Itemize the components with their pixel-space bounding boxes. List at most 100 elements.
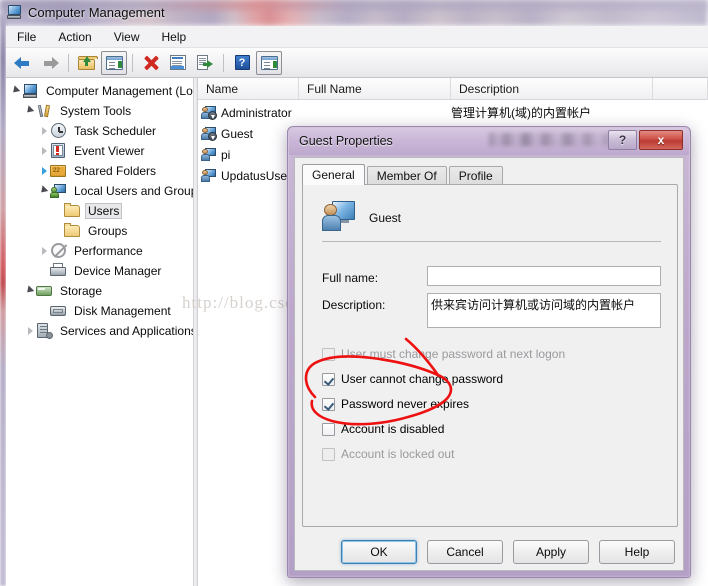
expander-open-icon[interactable] <box>38 181 50 201</box>
properties-icon[interactable] <box>165 51 191 75</box>
system-tools-icon <box>36 103 53 119</box>
cell-name: UpdatusUser <box>221 168 292 183</box>
tab-profile[interactable]: Profile <box>448 166 503 185</box>
tab-page-general: Guest Full name: Description: 供来宾访问计算机或访… <box>302 184 678 527</box>
checkbox-label: Account is disabled <box>341 422 445 436</box>
tree-item-task-scheduler[interactable]: Task Scheduler <box>6 121 193 141</box>
show-hide-console-tree-icon[interactable] <box>101 50 127 75</box>
cell-name: Guest <box>221 126 254 141</box>
tree-item-storage[interactable]: Storage <box>6 281 193 301</box>
account-name-label: Guest <box>369 211 402 225</box>
expander-open-icon[interactable] <box>24 101 36 121</box>
checkbox-user-must-change-password[interactable]: User must change password at next logon <box>322 346 565 362</box>
table-row[interactable]: Administrator 管理计算机(域)的内置帐户 <box>198 102 708 123</box>
tree-item-system-tools[interactable]: System Tools <box>6 101 193 121</box>
user-disabled-icon <box>201 105 217 120</box>
description-label: Description: <box>322 298 386 312</box>
cell-description: 管理计算机(域)的内置帐户 <box>451 106 591 120</box>
checkbox-box[interactable] <box>322 347 335 361</box>
checkbox-box[interactable] <box>322 422 335 436</box>
checkbox-box[interactable] <box>322 372 335 386</box>
checkbox-label: User must change password at next logon <box>341 347 566 361</box>
checkbox-label: Account is locked out <box>341 447 455 461</box>
local-users-groups-icon <box>50 183 67 199</box>
checkbox-account-is-locked-out[interactable]: Account is locked out <box>322 446 454 462</box>
tree-item-disk-management[interactable]: Disk Management <box>6 301 193 321</box>
tree-item-groups[interactable]: Groups <box>6 221 193 241</box>
full-name-field[interactable] <box>427 266 661 286</box>
dialog-titlebar[interactable]: Guest Properties ? x <box>289 128 689 155</box>
checkbox-account-is-disabled[interactable]: Account is disabled <box>322 421 444 437</box>
tree-item-label: Computer Management (Local <box>46 84 194 98</box>
toolbar-separator-3 <box>223 53 224 72</box>
menu-file[interactable]: File <box>6 27 47 47</box>
up-one-level-icon[interactable] <box>74 51 100 75</box>
tree-item-shared-folders[interactable]: 22 Shared Folders <box>6 161 193 181</box>
folder-icon <box>64 223 81 239</box>
tree-item-event-viewer[interactable]: Event Viewer <box>6 141 193 161</box>
storage-icon <box>36 283 53 299</box>
menu-view[interactable]: View <box>103 27 151 47</box>
expander-closed-icon[interactable] <box>38 121 50 141</box>
dialog-title: Guest Properties <box>299 134 393 148</box>
expander-closed-icon[interactable] <box>38 161 50 181</box>
menu-action[interactable]: Action <box>47 27 102 47</box>
help-icon[interactable]: ? <box>229 51 255 75</box>
computer-management-icon <box>6 4 22 20</box>
user-icon <box>201 147 217 162</box>
expander-open-icon[interactable] <box>10 81 22 101</box>
menu-help[interactable]: Help <box>151 27 198 47</box>
column-header-full-name[interactable]: Full Name <box>299 78 451 99</box>
show-action-pane-icon[interactable] <box>256 50 282 75</box>
tree-item-users[interactable]: Users <box>6 201 193 221</box>
cancel-button[interactable]: Cancel <box>427 540 503 564</box>
checkbox-user-cannot-change-password[interactable]: User cannot change password <box>322 371 503 387</box>
column-header-description[interactable]: Description <box>451 78 653 99</box>
expander-open-icon[interactable] <box>24 281 36 301</box>
back-icon[interactable] <box>10 51 36 75</box>
tree-item-label: Services and Applications <box>60 324 194 338</box>
device-manager-icon <box>50 263 67 279</box>
event-viewer-icon <box>50 143 67 159</box>
checkbox-box[interactable] <box>322 447 335 461</box>
cell-name: Administrator <box>221 105 292 120</box>
ok-button[interactable]: OK <box>341 540 417 564</box>
list-column-headers: Name Full Name Description <box>198 78 708 100</box>
dialog-button-row: OK Cancel Apply Help <box>295 534 685 570</box>
tree-item-label: Groups <box>88 224 128 238</box>
user-account-icon <box>322 199 356 233</box>
close-icon[interactable]: x <box>639 130 683 150</box>
tree-item-services-and-applications[interactable]: Services and Applications <box>6 321 193 341</box>
tree-item-label: Task Scheduler <box>74 124 157 138</box>
checkbox-box[interactable] <box>322 397 335 411</box>
tree-item-local-users-and-groups[interactable]: Local Users and Groups <box>6 181 193 201</box>
checkbox-label: User cannot change password <box>341 372 504 386</box>
tab-general[interactable]: General <box>302 164 365 185</box>
computer-management-window: Computer Management File Action View Hel… <box>0 0 708 586</box>
tab-member-of[interactable]: Member Of <box>366 166 447 185</box>
tree-item-label: Performance <box>74 244 143 258</box>
help-button[interactable]: Help <box>599 540 675 564</box>
dialog-help-button[interactable]: ? <box>608 130 637 150</box>
expander-closed-icon[interactable] <box>38 241 50 261</box>
checkbox-password-never-expires[interactable]: Password never expires <box>322 396 469 412</box>
delete-icon[interactable] <box>138 51 164 75</box>
shared-folders-icon: 22 <box>50 163 67 179</box>
expander-closed-icon[interactable] <box>24 321 36 341</box>
tree-item-performance[interactable]: Performance <box>6 241 193 261</box>
full-name-label: Full name: <box>322 271 379 285</box>
export-list-icon[interactable] <box>192 51 218 75</box>
dialog-tabstrip: General Member Of Profile <box>302 164 505 185</box>
section-divider <box>322 241 661 242</box>
toolbar-separator-2 <box>132 53 133 72</box>
column-header-name[interactable]: Name <box>198 78 299 99</box>
tree-item-device-manager[interactable]: Device Manager <box>6 261 193 281</box>
clock-icon <box>50 123 67 139</box>
column-header-spacer[interactable] <box>653 78 708 99</box>
expander-closed-icon[interactable] <box>38 141 50 161</box>
forward-icon[interactable] <box>37 51 63 75</box>
description-field[interactable]: 供来宾访问计算机或访问域的内置帐户 <box>427 293 661 328</box>
apply-button[interactable]: Apply <box>513 540 589 564</box>
tree-item-computer-management[interactable]: Computer Management (Local <box>6 81 193 101</box>
console-tree-pane[interactable]: Computer Management (Local System Tools … <box>6 78 194 586</box>
